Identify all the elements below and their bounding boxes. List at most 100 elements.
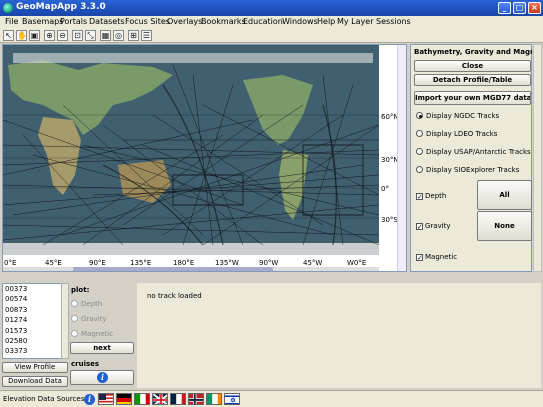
ship-tracks-map [3,45,379,255]
radio-ldeo-tracks[interactable]: Display LDEO Tracks [416,130,497,138]
lat-label-0: 0° [381,185,389,193]
menu-education[interactable]: Education [243,17,283,26]
check-label: Depth [425,192,447,200]
radio-usap-tracks[interactable]: Display USAP/Antarctic Tracks [416,148,531,156]
menu-overlays[interactable]: Overlays [167,17,202,26]
menu-portals[interactable]: Portals [60,17,87,26]
flag-germany-icon[interactable] [116,393,132,405]
plot-options: plot: Depth Gravity Magnetic next cruise… [70,283,135,388]
lon-label: 45°W [303,259,323,267]
cruises-info-button[interactable]: i [70,370,134,385]
flag-uk-icon[interactable] [152,393,168,405]
plot-option-magnetic[interactable]: Magnetic [71,330,113,338]
flag-israel-icon[interactable] [224,393,240,405]
radio-sioexplorer-tracks[interactable]: Display SIOExplorer Tracks [416,166,519,174]
radio-icon[interactable] [71,315,78,322]
radio-icon[interactable] [416,148,423,155]
close-panel-button[interactable]: Close [414,60,531,72]
contour-icon[interactable]: ◎ [113,30,124,41]
radio-icon[interactable] [71,300,78,307]
flag-france-icon[interactable] [170,393,186,405]
select-arrow-icon[interactable]: ↖ [3,30,14,41]
view-profile-button[interactable]: View Profile [2,362,68,373]
import-mgd77-button[interactable]: Import your own MGD77 data file(s) [414,91,531,105]
menu-my-layer-sessions[interactable]: My Layer Sessions [337,17,411,26]
select-none-button[interactable]: None [477,211,532,241]
check-gravity[interactable]: ✓ Gravity [416,222,451,231]
zoom-out-icon[interactable]: ⊖ [57,30,68,41]
lon-label: 90°E [89,259,106,267]
list-item[interactable]: 01274 [3,315,61,325]
radio-label: Display LDEO Tracks [426,130,498,138]
lon-label: W0°E [347,259,367,267]
plot-option-depth[interactable]: Depth [71,300,102,308]
radio-ngdc-tracks[interactable]: Display NGDC Tracks [416,112,499,120]
scroll-thumb[interactable] [73,267,273,271]
checkmark-icon[interactable]: ✓ [416,193,423,201]
list-item[interactable]: 00574 [3,294,61,304]
menu-datasets[interactable]: Datasets [89,17,125,26]
layer-panel: Bathymetry, Gravity and Magnetic P... Cl… [410,44,532,272]
radio-icon[interactable] [416,130,423,137]
menu-focus-sites[interactable]: Focus Sites [125,17,170,26]
detach-profile-button[interactable]: Detach Profile/Table [414,74,531,86]
menu-help[interactable]: Help [317,17,335,26]
list-item[interactable]: 00373 [3,284,61,294]
list-item[interactable]: 01573 [3,326,61,336]
flag-norway-icon[interactable] [188,393,204,405]
track-profile-area: no track loaded [137,283,541,388]
lat-label-60n: 60°N [381,113,399,121]
maximize-button[interactable]: □ [513,2,526,14]
checkmark-icon[interactable]: ✓ [416,223,423,231]
download-data-button[interactable]: Download Data [2,376,68,387]
menu-file[interactable]: File [5,17,18,26]
plot-option-gravity[interactable]: Gravity [71,315,107,323]
flag-ireland-icon[interactable] [206,393,222,405]
check-label: Magnetic [425,253,458,261]
menu-windows[interactable]: Windows [282,17,318,26]
list-item[interactable]: 03572 [3,357,61,359]
map-vertical-scrollbar[interactable] [397,45,406,271]
map-view[interactable]: 60°N 30°N 0° 30°S 0°E 45°E 90°E 135°E 18… [2,44,407,272]
radio-selected-icon[interactable] [416,112,423,119]
zoom-in-icon[interactable]: ⊕ [44,30,55,41]
radio-icon[interactable] [416,166,423,173]
status-bar: Elevation Data Sources i [0,390,543,407]
check-depth[interactable]: ✓ Depth [416,192,447,201]
select-all-button[interactable]: All [477,180,532,210]
list-item[interactable]: 02580 [3,336,61,346]
minimize-button[interactable]: _ [498,2,511,14]
layer-manager-icon[interactable]: ☰ [141,30,152,41]
radio-icon[interactable] [71,330,78,337]
close-window-button[interactable]: × [528,2,541,14]
lon-label: 90°W [259,259,279,267]
plot-label: plot: [71,286,90,294]
option-label: Magnetic [81,330,114,338]
checkmark-icon[interactable]: ✓ [416,254,423,262]
pan-hand-icon[interactable]: ✋ [16,30,27,41]
menu-basemaps[interactable]: Basemaps [22,17,63,26]
flag-usa-icon[interactable] [98,393,114,405]
app-globe-icon [3,3,13,13]
panel-vertical-scrollbar[interactable] [533,44,542,272]
digitize-icon[interactable]: ⤡ [85,30,96,41]
lat-label-30n: 30°N [381,156,399,164]
next-button[interactable]: next [70,342,134,354]
distance-profile-icon[interactable]: ⊡ [72,30,83,41]
world-map-canvas[interactable] [3,45,379,255]
info-icon[interactable]: i [84,394,95,405]
info-icon: i [97,372,108,383]
list-item[interactable]: 00873 [3,305,61,315]
menu-bookmarks[interactable]: Bookmarks [201,17,246,26]
map-horizontal-scrollbar[interactable] [3,267,379,271]
cruise-list-scrollbar[interactable] [61,283,69,359]
track-status-text: no track loaded [147,292,202,300]
list-item[interactable]: 03373 [3,346,61,356]
check-magnetic[interactable]: ✓ Magnetic [416,253,458,262]
layers-grid-icon[interactable]: ⊞ [128,30,139,41]
panel-title: Bathymetry, Gravity and Magnetic P... [414,48,532,56]
grid-icon[interactable]: ▦ [100,30,111,41]
flag-italy-icon[interactable] [134,393,150,405]
cruise-list[interactable]: 00373 00574 00873 01274 01573 02580 0337… [2,283,62,359]
save-icon[interactable]: ▣ [29,30,40,41]
